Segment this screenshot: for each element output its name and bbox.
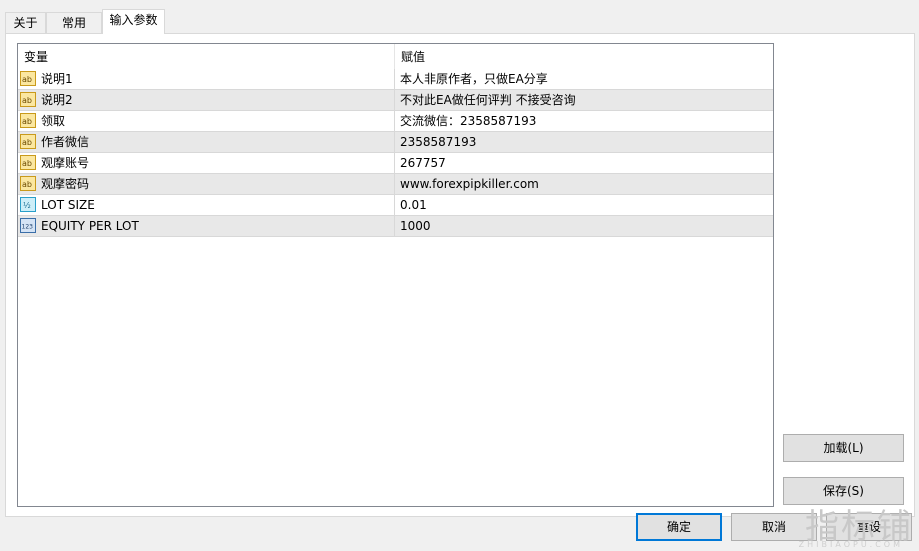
svg-text:ab: ab (22, 117, 32, 126)
parameter-name-text: 作者微信 (41, 135, 90, 149)
table-row[interactable]: ab 说明2 不对此EA做任何评判 不接受咨询 (18, 90, 773, 111)
parameter-name: ½ LOT SIZE (18, 195, 394, 215)
parameter-value[interactable]: 交流微信：2358587193 (394, 111, 773, 131)
tab-about[interactable]: 关于 (5, 12, 46, 33)
string-ab-icon: ab (20, 155, 36, 170)
svg-text:ab: ab (22, 138, 32, 147)
parameter-name: ab 领取 (18, 111, 394, 131)
parameter-name: ab 观摩密码 (18, 174, 394, 194)
svg-text:ab: ab (22, 96, 32, 105)
parameter-name: ab 说明1 (18, 69, 394, 89)
watermark-url: ZHIBIAOPU.COM (798, 540, 903, 549)
parameter-name-text: 观摩账号 (41, 156, 90, 170)
svg-text:ab: ab (22, 180, 32, 189)
load-button[interactable]: 加载(L) (783, 434, 904, 462)
grid-header: 变量 赋值 (18, 44, 773, 69)
table-row[interactable]: ab 说明1 本人非原作者，只做EA分享 (18, 69, 773, 90)
column-header-variable[interactable]: 变量 (18, 44, 395, 69)
parameter-grid[interactable]: 变量 赋值 ab 说明1 本人非原作者，只做EA分享 ab 说明2 不对此EA做任何评判 … (17, 43, 774, 507)
parameter-name-text: 说明1 (41, 72, 73, 86)
ok-button[interactable]: 确定 (636, 513, 722, 541)
svg-text:123: 123 (22, 224, 34, 231)
tab-common[interactable]: 常用 (46, 12, 102, 33)
svg-text:½: ½ (23, 201, 31, 210)
table-row[interactable]: ab 观摩密码 www.forexpipkiller.com (18, 174, 773, 195)
svg-text:ab: ab (22, 75, 32, 84)
parameter-name-text: 说明2 (41, 93, 73, 107)
string-ab-icon: ab (20, 71, 36, 86)
table-row[interactable]: ½ LOT SIZE 0.01 (18, 195, 773, 216)
tab-inputs[interactable]: 输入参数 (102, 9, 165, 34)
parameter-name: ab 观摩账号 (18, 153, 394, 173)
string-ab-icon: ab (20, 134, 36, 149)
table-row[interactable]: ab 作者微信 2358587193 (18, 132, 773, 153)
parameter-name-text: 观摩密码 (41, 177, 90, 191)
parameter-value[interactable]: 1000 (394, 216, 773, 236)
parameter-value[interactable]: 0.01 (394, 195, 773, 215)
parameter-value[interactable]: 2358587193 (394, 132, 773, 152)
double-icon: ½ (20, 197, 36, 212)
table-row[interactable]: ab 领取 交流微信：2358587193 (18, 111, 773, 132)
parameter-value[interactable]: 267757 (394, 153, 773, 173)
string-ab-icon: ab (20, 113, 36, 128)
parameter-name-text: LOT SIZE (41, 198, 95, 212)
parameter-name: ab 作者微信 (18, 132, 394, 152)
integer-123-icon: 123 (20, 218, 36, 233)
parameter-value[interactable]: www.forexpipkiller.com (394, 174, 773, 194)
parameter-name-text: EQUITY PER LOT (41, 219, 139, 233)
svg-text:ab: ab (22, 159, 32, 168)
string-ab-icon: ab (20, 92, 36, 107)
parameter-name: ab 说明2 (18, 90, 394, 110)
column-header-value[interactable]: 赋值 (394, 44, 773, 69)
parameter-name-text: 领取 (41, 114, 66, 128)
parameter-value[interactable]: 本人非原作者，只做EA分享 (394, 69, 773, 89)
table-row[interactable]: ab 观摩账号 267757 (18, 153, 773, 174)
table-row[interactable]: 123 EQUITY PER LOT 1000 (18, 216, 773, 237)
parameter-name: 123 EQUITY PER LOT (18, 216, 394, 236)
string-ab-icon: ab (20, 176, 36, 191)
parameter-value[interactable]: 不对此EA做任何评判 不接受咨询 (394, 90, 773, 110)
